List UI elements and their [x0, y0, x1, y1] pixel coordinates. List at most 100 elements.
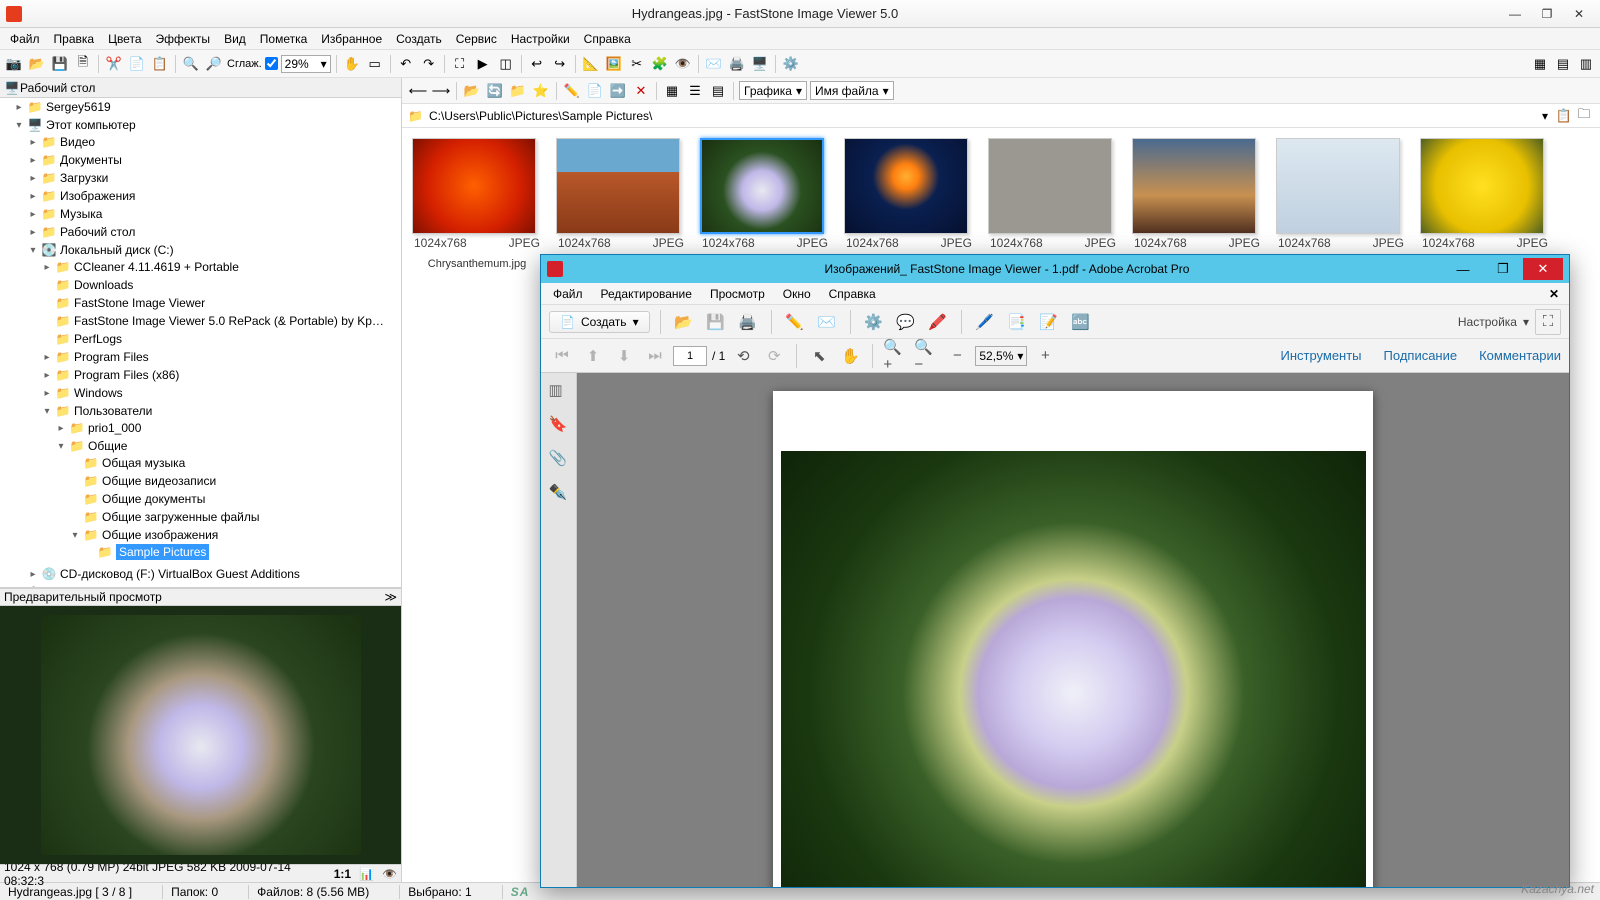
tree-node[interactable]: Загрузки: [60, 171, 108, 185]
canvas-icon[interactable]: 🖼️: [604, 54, 624, 74]
tree-node[interactable]: Рабочий стол: [60, 225, 135, 239]
ac-menu-window[interactable]: Окно: [775, 285, 819, 303]
acrobat-window[interactable]: Изображений_ FastStone Image Viewer - 1.…: [540, 254, 1570, 888]
zoomin-icon[interactable]: 🔍: [181, 54, 201, 74]
ac-link-tools[interactable]: Инструменты: [1280, 348, 1361, 363]
move-icon[interactable]: ➡️: [608, 81, 628, 101]
pan-icon[interactable]: ✋: [342, 54, 362, 74]
redeye-icon[interactable]: 👁️: [673, 54, 693, 74]
acrobat-create-button[interactable]: 📄Создать▾: [549, 311, 650, 333]
ac-minus-icon[interactable]: −: [944, 343, 970, 369]
tree-node-user[interactable]: Sergey5619: [46, 100, 111, 114]
copy-icon[interactable]: 📄: [127, 54, 147, 74]
menu-view[interactable]: Вид: [218, 30, 252, 48]
up-icon[interactable]: 📂: [462, 81, 482, 101]
rotate-right-icon[interactable]: ↷: [419, 54, 439, 74]
acrobat-minimize-button[interactable]: —: [1443, 258, 1483, 280]
ac-menu-edit[interactable]: Редактирование: [593, 285, 700, 303]
ac-open-icon[interactable]: 📂: [671, 309, 697, 335]
smooth-checkbox[interactable]: [265, 57, 278, 70]
tree-node[interactable]: Документы: [60, 153, 122, 167]
save-icon[interactable]: 💾: [50, 54, 70, 74]
tree-node[interactable]: Общие документы: [102, 492, 205, 506]
menu-create[interactable]: Создать: [390, 30, 448, 48]
tree-node[interactable]: FastStone Image Viewer: [74, 296, 205, 310]
window-close-button[interactable]: ✕: [1564, 4, 1594, 24]
ac-last-icon[interactable]: ⏭: [642, 343, 668, 369]
ac-hand-icon[interactable]: ✋: [837, 343, 863, 369]
tree-node-users[interactable]: Пользователи: [74, 404, 152, 418]
fav-icon[interactable]: ⭐: [531, 81, 551, 101]
tree-node[interactable]: Общие загруженные файлы: [102, 510, 259, 524]
compare-icon[interactable]: ◫: [496, 54, 516, 74]
ac-comment-icon[interactable]: 💬: [893, 309, 919, 335]
histogram-icon[interactable]: 📊: [359, 867, 374, 881]
tree-node[interactable]: Общие видеозаписи: [102, 474, 216, 488]
clone-icon[interactable]: 🧩: [650, 54, 670, 74]
ac-edit-icon[interactable]: ✏️: [782, 309, 808, 335]
ac-zoomout-icon[interactable]: 🔍−: [913, 343, 939, 369]
paste-icon[interactable]: 📋: [150, 54, 170, 74]
tree-node[interactable]: Program Files (x86): [74, 368, 179, 382]
tree-node[interactable]: prio1_000: [88, 421, 141, 435]
ac-link-comments[interactable]: Комментарии: [1479, 348, 1561, 363]
window-minimize-button[interactable]: —: [1500, 4, 1530, 24]
copy2-icon[interactable]: 📄: [585, 81, 605, 101]
rotate-left-icon[interactable]: ↶: [396, 54, 416, 74]
ac-up-icon[interactable]: ⬆: [580, 343, 606, 369]
menu-file[interactable]: Файл: [4, 30, 46, 48]
wallpaper-icon[interactable]: 🖥️: [750, 54, 770, 74]
settings-icon[interactable]: ⚙️: [781, 54, 801, 74]
layout1-icon[interactable]: ▦: [1530, 54, 1550, 74]
saveas-icon[interactable]: 🗎: [73, 54, 93, 74]
slideshow-icon[interactable]: ▶: [473, 54, 493, 74]
ac-sign-icon[interactable]: 🖊️: [972, 309, 998, 335]
thumbnail-item[interactable]: 1024x768JPEG: [988, 138, 1118, 270]
ac-menu-file[interactable]: Файл: [545, 285, 591, 303]
ac-save-icon[interactable]: 💾: [703, 309, 729, 335]
ac-link-sign[interactable]: Подписание: [1384, 348, 1458, 363]
tree-node[interactable]: PerfLogs: [74, 332, 122, 346]
ac-zoomin-icon[interactable]: 🔍+: [882, 343, 908, 369]
ac-plus-icon[interactable]: +: [1032, 343, 1058, 369]
ratio-button[interactable]: 1:1: [334, 867, 351, 881]
ac-first-icon[interactable]: ⏮: [549, 343, 575, 369]
resize-icon[interactable]: 📐: [581, 54, 601, 74]
ac-thumb-icon[interactable]: ▥: [549, 381, 569, 401]
tree-node[interactable]: FastStone Image Viewer 5.0 RePack (& Por…: [74, 314, 384, 328]
zoom-combo[interactable]: 29%▾: [281, 55, 331, 73]
tree-node-public[interactable]: Общие: [88, 439, 127, 453]
sort-combo[interactable]: Имя файла▾: [810, 81, 894, 100]
tree-node-computer[interactable]: Этот компьютер: [46, 118, 136, 132]
tree-node[interactable]: Windows: [74, 386, 123, 400]
tree-node-drive-f[interactable]: CD-дисковод (F:) VirtualBox Guest Additi…: [60, 567, 300, 581]
view-thumb-icon[interactable]: ▦: [662, 81, 682, 101]
preview-pane[interactable]: [0, 606, 401, 864]
thumbnail-item[interactable]: 1024x768JPEG Chrysanthemum.jpg: [412, 138, 542, 270]
rename-icon[interactable]: ✏️: [562, 81, 582, 101]
redo-icon[interactable]: ↪: [550, 54, 570, 74]
ac-sig-icon[interactable]: ✒️: [549, 483, 569, 503]
open-icon[interactable]: 📂: [27, 54, 47, 74]
folder-tree[interactable]: ▸Sergey5619 ▾Этот компьютер ▸Видео ▸Доку…: [0, 98, 401, 588]
ac-attach-icon[interactable]: 📎: [549, 449, 569, 469]
ac-prevview-icon[interactable]: ⟲: [730, 343, 756, 369]
print-icon[interactable]: 🖨️: [727, 54, 747, 74]
menu-tag[interactable]: Пометка: [254, 30, 314, 48]
path-dropdown-icon[interactable]: ▾: [1542, 109, 1548, 123]
thumbnail-item[interactable]: 1024x768JPEG: [1132, 138, 1262, 270]
tree-node[interactable]: Program Files: [74, 350, 149, 364]
ac-gear-icon[interactable]: ⚙️: [861, 309, 887, 335]
undo-icon[interactable]: ↩: [527, 54, 547, 74]
menu-help[interactable]: Справка: [578, 30, 637, 48]
window-restore-button[interactable]: ❐: [1532, 4, 1562, 24]
ac-highlight-icon[interactable]: 🖍️: [925, 309, 951, 335]
ac-down-icon[interactable]: ⬇: [611, 343, 637, 369]
newfolder-icon[interactable]: 📁: [508, 81, 528, 101]
acrobat-restore-button[interactable]: ❐: [1483, 258, 1523, 280]
ac-zoom-combo[interactable]: 52,5%▾: [975, 346, 1027, 366]
explore-icon[interactable]: 🗀: [1574, 106, 1594, 126]
copypath-icon[interactable]: 📋: [1554, 106, 1574, 126]
acrobat-titlebar[interactable]: Изображений_ FastStone Image Viewer - 1.…: [541, 255, 1569, 283]
tree-node[interactable]: CCleaner 4.11.4619 + Portable: [74, 260, 239, 274]
